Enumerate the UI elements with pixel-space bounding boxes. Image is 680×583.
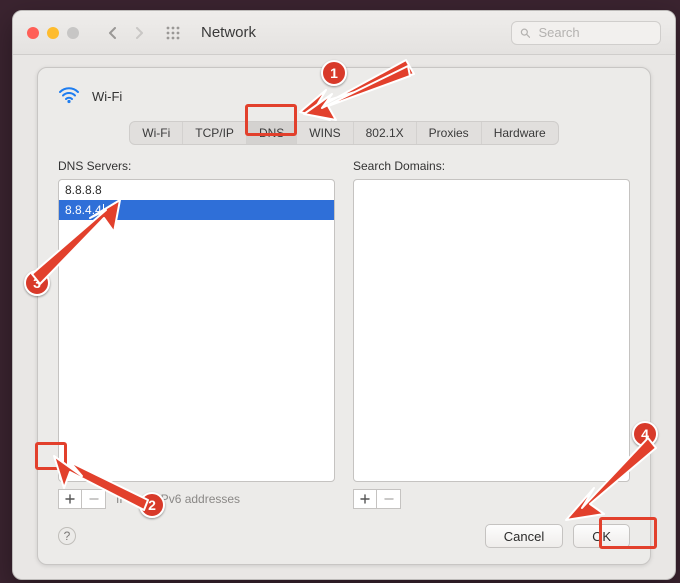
search-domains-column: Search Domains: <box>353 159 630 510</box>
add-dns-button[interactable] <box>58 489 82 509</box>
dns-hint: IPv4 or IPv6 addresses <box>116 492 240 506</box>
minimize-window-button[interactable] <box>47 27 59 39</box>
tab-dns[interactable]: DNS <box>247 122 297 144</box>
search-domains-list[interactable] <box>353 179 630 482</box>
dns-row[interactable]: 8.8.8.8 <box>59 180 334 200</box>
search-domains-label: Search Domains: <box>353 159 630 173</box>
remove-domain-button[interactable] <box>377 489 401 509</box>
search-field[interactable] <box>511 21 661 45</box>
syspref-window: Network Wi-Fi Wi-Fi TCP/IP DNS WINS 802.… <box>12 10 676 580</box>
plus-icon <box>65 494 75 504</box>
remove-dns-button[interactable] <box>82 489 106 509</box>
tab-wins[interactable]: WINS <box>297 122 353 144</box>
tab-bar: Wi-Fi TCP/IP DNS WINS 802.1X Proxies Har… <box>58 121 630 145</box>
search-input[interactable] <box>536 24 652 41</box>
dns-servers-list[interactable]: 8.8.8.8 8.8.4.4 <box>58 179 335 482</box>
tab-wifi[interactable]: Wi-Fi <box>130 122 183 144</box>
dns-servers-label: DNS Servers: <box>58 159 335 173</box>
window-title: Network <box>201 24 256 41</box>
minus-icon <box>89 494 99 504</box>
tab-proxies[interactable]: Proxies <box>417 122 482 144</box>
titlebar: Network <box>13 11 675 55</box>
tab-hardware[interactable]: Hardware <box>482 122 558 144</box>
add-domain-button[interactable] <box>353 489 377 509</box>
show-all-button[interactable] <box>161 22 185 44</box>
zoom-window-button[interactable] <box>67 27 79 39</box>
tab-tcpip[interactable]: TCP/IP <box>183 122 247 144</box>
tab-8021x[interactable]: 802.1X <box>354 122 417 144</box>
wifi-icon <box>58 86 80 107</box>
dns-servers-column: DNS Servers: 8.8.8.8 8.8.4.4 IPv4 or IPv… <box>58 159 335 510</box>
search-icon <box>520 27 530 39</box>
minus-icon <box>384 494 394 504</box>
traffic-lights <box>27 27 79 39</box>
plus-icon <box>360 494 370 504</box>
dns-row-editing[interactable]: 8.8.4.4 <box>59 200 334 220</box>
forward-button[interactable] <box>127 22 151 44</box>
ok-button[interactable]: OK <box>573 524 630 548</box>
close-window-button[interactable] <box>27 27 39 39</box>
cancel-button[interactable]: Cancel <box>485 524 563 548</box>
back-button[interactable] <box>101 22 125 44</box>
help-button[interactable]: ? <box>58 527 76 545</box>
sheet-title: Wi-Fi <box>92 89 122 104</box>
network-advanced-sheet: Wi-Fi Wi-Fi TCP/IP DNS WINS 802.1X Proxi… <box>37 67 651 565</box>
